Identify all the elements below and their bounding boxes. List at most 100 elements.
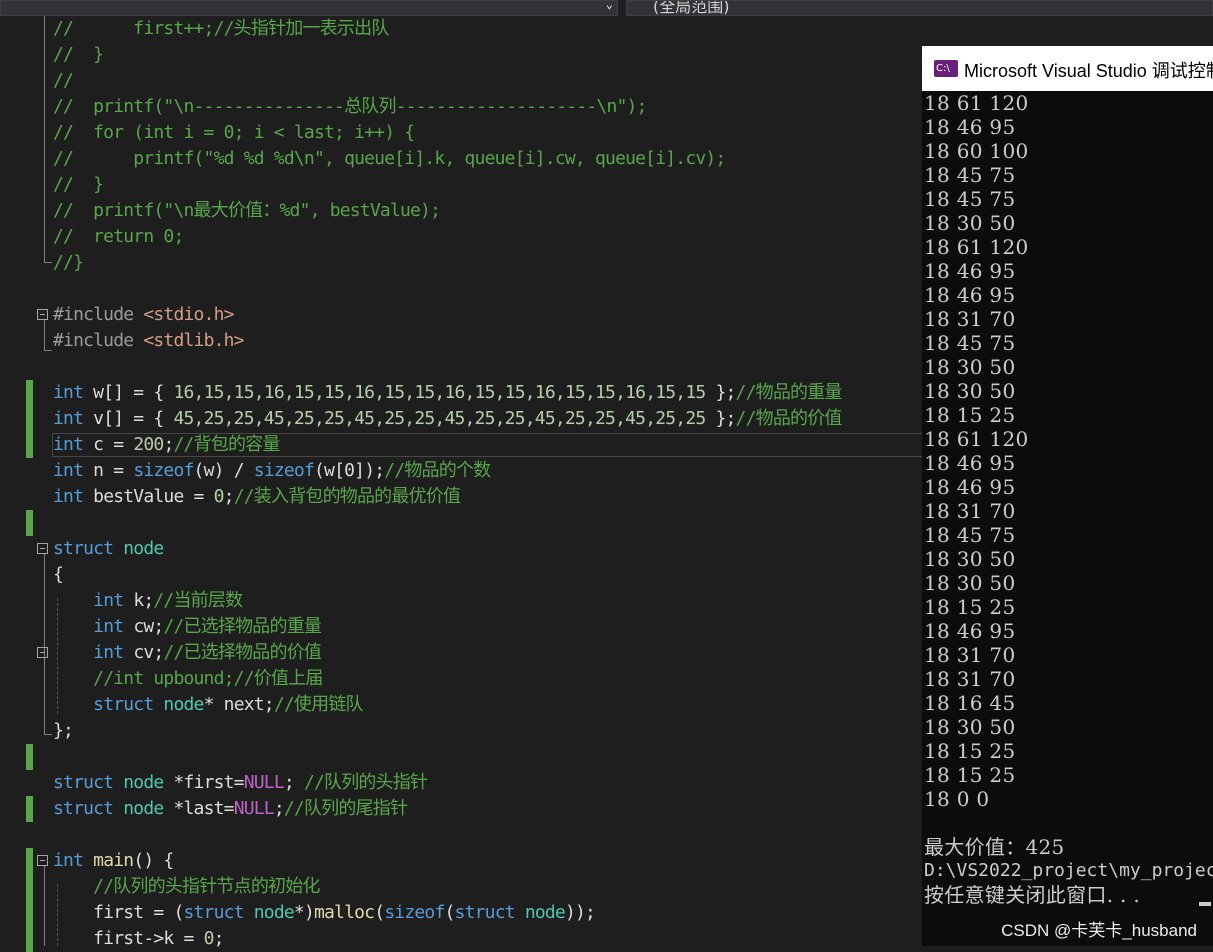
code-text: int cw;//已选择物品的重量 bbox=[53, 615, 322, 639]
code-text: // } bbox=[53, 43, 104, 67]
code-token: //已选择物品的重量 bbox=[163, 616, 322, 637]
console-output-row: 18 30 50 bbox=[924, 571, 1016, 595]
scope-dropdown[interactable]: (全局范围) bbox=[626, 0, 1213, 16]
console-app-icon: C:\ bbox=[934, 60, 958, 77]
code-token: v[] = { bbox=[93, 408, 174, 429]
code-token: <stdio.h> bbox=[143, 304, 234, 325]
code-token: 16,15,15,16,15,15,16,15,15,16,15,15,16,1… bbox=[173, 382, 706, 403]
code-token: // printf("\n---------------总队列---------… bbox=[53, 96, 647, 117]
code-text: // bbox=[53, 69, 74, 93]
code-text: // printf("\n最大价值：%d", bestValue); bbox=[53, 199, 441, 223]
code-token: // return 0; bbox=[53, 226, 184, 247]
code-token: //使用链队 bbox=[273, 694, 364, 715]
code-text: // printf("\n---------------总队列---------… bbox=[53, 95, 647, 119]
code-text: //} bbox=[53, 251, 84, 275]
code-token: struct bbox=[53, 772, 124, 793]
debug-console-window[interactable]: C:\ Microsoft Visual Studio 调试控制台 18 61 … bbox=[922, 46, 1213, 946]
code-token: int bbox=[53, 486, 94, 507]
code-text: first = (struct node*)malloc(sizeof(stru… bbox=[53, 901, 596, 925]
code-token: struct bbox=[53, 798, 124, 819]
code-token: *first= bbox=[173, 772, 244, 793]
code-token: // } bbox=[53, 44, 104, 65]
chevron-down-icon[interactable]: ⌄ bbox=[606, 0, 613, 11]
code-text: int bestValue = 0;//装入背包的物品的最优价值 bbox=[53, 485, 461, 509]
code-text: int k;//当前层数 bbox=[53, 589, 243, 613]
code-token: sizeof bbox=[133, 460, 194, 481]
code-token: // printf("%d %d %d\n", queue[i].k, queu… bbox=[53, 148, 726, 169]
collapse-toggle-icon[interactable] bbox=[37, 647, 48, 658]
code-line[interactable]: // first++;//头指针加一表示出队 bbox=[0, 16, 1213, 42]
code-token: 200 bbox=[133, 434, 164, 455]
code-text: #include <stdlib.h> bbox=[53, 329, 245, 353]
code-token: // printf("\n最大价值：%d", bestValue); bbox=[53, 200, 441, 221]
console-output-row: 18 46 95 bbox=[924, 115, 1016, 139]
console-output-row: 18 61 120 bbox=[924, 91, 1029, 115]
code-text: // return 0; bbox=[53, 225, 184, 249]
member-dropdown[interactable]: ⌄ bbox=[0, 0, 618, 16]
code-text: int w[] = { 16,15,15,16,15,15,16,15,15,1… bbox=[53, 381, 842, 405]
code-text: #include <stdio.h> bbox=[53, 303, 234, 327]
code-token: (w) / bbox=[193, 460, 254, 481]
collapse-toggle-icon[interactable] bbox=[37, 855, 48, 866]
code-token: )); bbox=[564, 902, 596, 923]
code-token: //队列的尾指针 bbox=[283, 798, 408, 819]
code-token: int bbox=[53, 460, 94, 481]
code-text: }; bbox=[53, 719, 74, 743]
code-token: int bbox=[93, 642, 134, 663]
code-token: //物品的重量 bbox=[735, 382, 843, 403]
console-output-row: 18 16 45 bbox=[924, 691, 1016, 715]
code-token: }; bbox=[705, 382, 736, 403]
code-text: int main() { bbox=[53, 849, 174, 873]
code-text: //队列的头指针节点的初始化 bbox=[53, 875, 320, 899]
code-token: struct bbox=[183, 902, 254, 923]
code-token: NULL bbox=[243, 772, 285, 793]
console-output-row: 18 46 95 bbox=[924, 283, 1016, 307]
collapse-toggle-icon[interactable] bbox=[37, 543, 48, 554]
change-marker bbox=[26, 406, 33, 432]
console-prompt: 按任意键关闭此窗口. . . bbox=[924, 883, 1140, 907]
code-token: #include bbox=[53, 330, 144, 351]
console-title: Microsoft Visual Studio 调试控制台 bbox=[964, 61, 1213, 81]
code-token: //物品的个数 bbox=[384, 460, 491, 481]
code-text: // } bbox=[53, 173, 104, 197]
code-token: 0 bbox=[213, 486, 225, 507]
code-token: sizeof bbox=[384, 902, 445, 923]
code-token: main bbox=[93, 850, 134, 871]
code-token: *last= bbox=[173, 798, 234, 819]
console-output-row: 18 46 95 bbox=[924, 619, 1016, 643]
collapse-toggle-icon[interactable] bbox=[37, 309, 48, 320]
code-token: * next; bbox=[203, 694, 275, 715]
code-token: int bbox=[53, 382, 94, 403]
code-token: //} bbox=[53, 252, 84, 273]
code-token: <stdlib.h> bbox=[143, 330, 244, 351]
code-token: node bbox=[163, 694, 204, 715]
console-output-row: 18 45 75 bbox=[924, 163, 1016, 187]
code-token: }; bbox=[53, 720, 74, 741]
code-token: //队列的头指针 bbox=[303, 772, 428, 793]
code-token: ; bbox=[273, 798, 285, 819]
console-output-row: 18 31 70 bbox=[924, 667, 1016, 691]
code-token: //背包的容量 bbox=[173, 434, 280, 455]
code-token: //已选择物品的价值 bbox=[163, 642, 322, 663]
console-titlebar[interactable]: C:\ Microsoft Visual Studio 调试控制台 bbox=[922, 46, 1213, 91]
change-marker bbox=[26, 432, 33, 458]
code-token: ; bbox=[283, 772, 304, 793]
code-token: //物品的价值 bbox=[735, 408, 843, 429]
console-output-row: 18 61 120 bbox=[924, 427, 1029, 451]
console-output-row: 18 30 50 bbox=[924, 379, 1016, 403]
console-output-row: 18 30 50 bbox=[924, 715, 1016, 739]
console-output-row: 18 31 70 bbox=[924, 307, 1016, 331]
change-marker bbox=[26, 510, 33, 536]
code-token: bestValue = bbox=[93, 486, 214, 507]
console-output-row: 18 31 70 bbox=[924, 499, 1016, 523]
code-text: struct node *first=NULL; //队列的头指针 bbox=[53, 771, 428, 795]
console-output-row: 18 61 120 bbox=[924, 235, 1029, 259]
code-token: }; bbox=[705, 408, 736, 429]
code-token: *) bbox=[293, 902, 315, 923]
console-output-row: 18 30 50 bbox=[924, 211, 1016, 235]
scope-dropdown-label: (全局范围) bbox=[653, 0, 730, 16]
code-token: //队列的头指针节点的初始化 bbox=[93, 876, 320, 897]
